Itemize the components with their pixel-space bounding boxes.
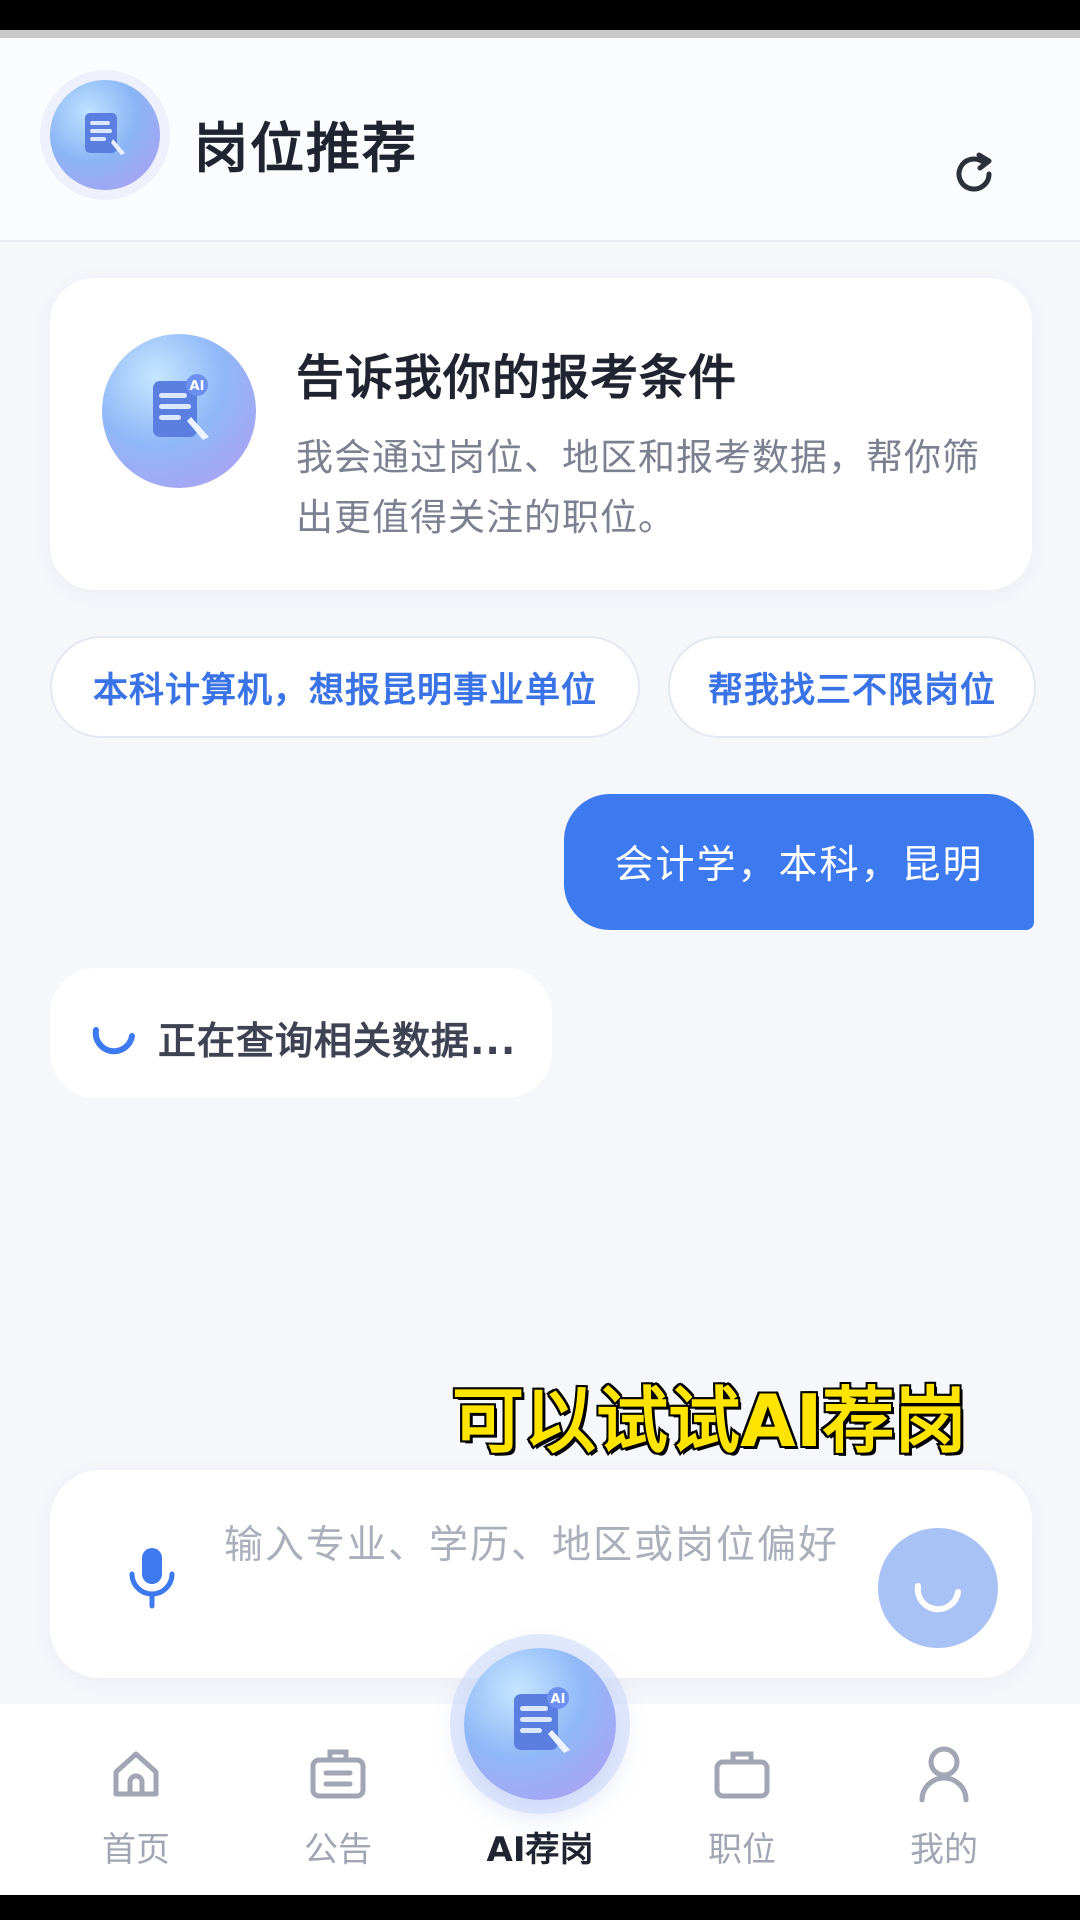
microphone-icon: [129, 1548, 175, 1609]
bottom-frame-bar: [0, 1895, 1080, 1920]
intro-description: 我会通过岗位、地区和报考数据，帮你筛出更值得关注的职位。: [296, 436, 980, 539]
nav-item-me[interactable]: 我的: [864, 1704, 1024, 1895]
nav-label: 首页: [102, 1830, 170, 1870]
suggestion-chip[interactable]: 本科计算机，想报昆明事业单位: [50, 636, 640, 738]
ai-document-icon[interactable]: AI: [464, 1648, 616, 1800]
loading-spinner-icon: [914, 1583, 961, 1613]
page-title: 岗位推荐: [194, 117, 418, 180]
nav-label: 公告: [304, 1830, 372, 1870]
briefcase-icon: [710, 1742, 774, 1806]
message-input-box[interactable]: 输入专业、学历、地区或岗位偏好: [50, 1470, 1032, 1678]
intro-title: 告诉我你的报考条件: [296, 350, 738, 406]
loading-spinner-icon: [92, 1027, 135, 1055]
video-caption: 可以试试AI荐岗: [450, 1377, 969, 1465]
nav-item-jobs[interactable]: 职位: [662, 1704, 822, 1895]
svg-text:AI: AI: [551, 1692, 566, 1707]
ai-document-icon: [50, 80, 160, 190]
send-button[interactable]: [878, 1528, 998, 1648]
message-input[interactable]: 输入专业、学历、地区或岗位偏好: [224, 1516, 844, 1576]
loading-text: 正在查询相关数据...: [158, 1019, 517, 1063]
home-icon: [104, 1742, 168, 1806]
refresh-button[interactable]: [942, 142, 1006, 206]
user-message-bubble: 会计学，本科，昆明: [564, 794, 1034, 930]
ai-assistant-icon: AI: [102, 334, 256, 488]
user-icon: [912, 1742, 976, 1806]
svg-text:AI: AI: [190, 379, 205, 394]
nav-item-home[interactable]: 首页: [56, 1704, 216, 1895]
refresh-icon: [956, 152, 992, 192]
nav-label: 我的: [910, 1830, 978, 1870]
notice-icon: [306, 1742, 370, 1806]
loading-bubble: 正在查询相关数据...: [50, 968, 552, 1098]
intro-card: AI 告诉我你的报考条件 我会通过岗位、地区和报考数据，帮你筛出更值得关注的职位…: [50, 278, 1032, 590]
top-frame-bar: [0, 0, 1080, 30]
nav-item-notice[interactable]: 公告: [258, 1704, 418, 1895]
voice-input-button[interactable]: [122, 1540, 182, 1616]
nav-label: AI荐岗: [486, 1830, 594, 1870]
nav-label: 职位: [708, 1830, 776, 1870]
suggestion-chip[interactable]: 帮我找三不限岗位: [668, 636, 1036, 738]
status-strip: [0, 30, 1080, 38]
app-header: 岗位推荐: [0, 38, 1080, 242]
